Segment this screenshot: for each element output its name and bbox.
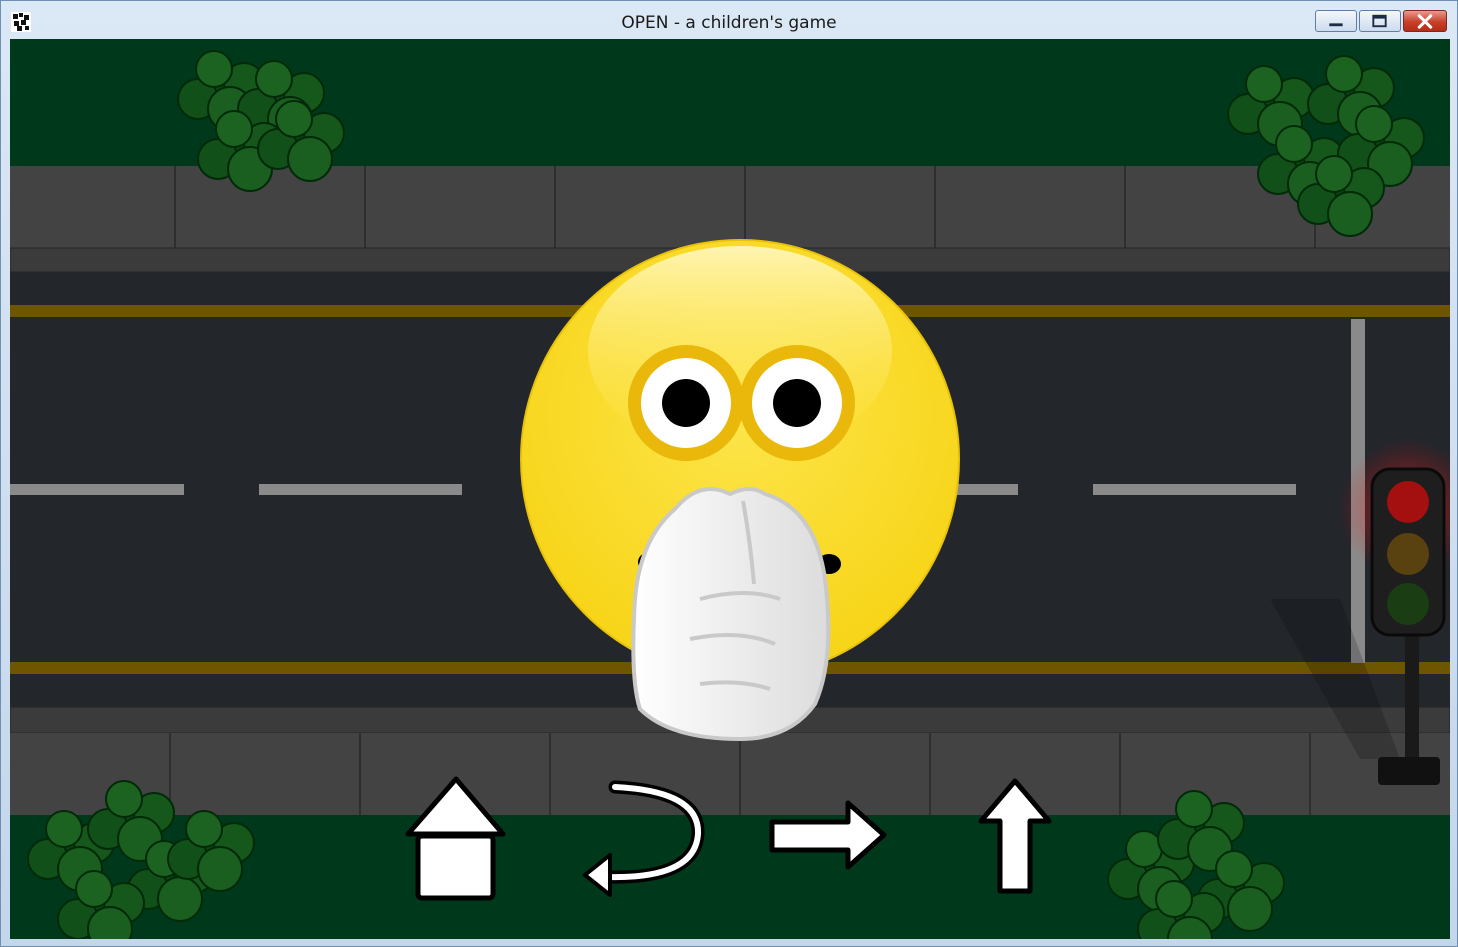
traffic-light-red (1387, 481, 1429, 523)
sidewalk-bottom (10, 733, 1450, 815)
title-bar[interactable]: OPEN - a children's game (1, 1, 1457, 39)
window-title: OPEN - a children's game (621, 13, 837, 33)
close-icon (1417, 14, 1433, 29)
road-scene (10, 39, 1450, 939)
close-button[interactable] (1403, 10, 1447, 32)
game-stage[interactable] (10, 39, 1450, 939)
maximize-icon (1372, 14, 1387, 28)
window-controls (1313, 10, 1447, 32)
maximize-button[interactable] (1359, 10, 1401, 32)
app-window: OPEN - a children's game (0, 0, 1458, 947)
covering-hands (631, 487, 831, 742)
minimize-button[interactable] (1315, 10, 1357, 32)
minimize-icon (1329, 23, 1343, 27)
